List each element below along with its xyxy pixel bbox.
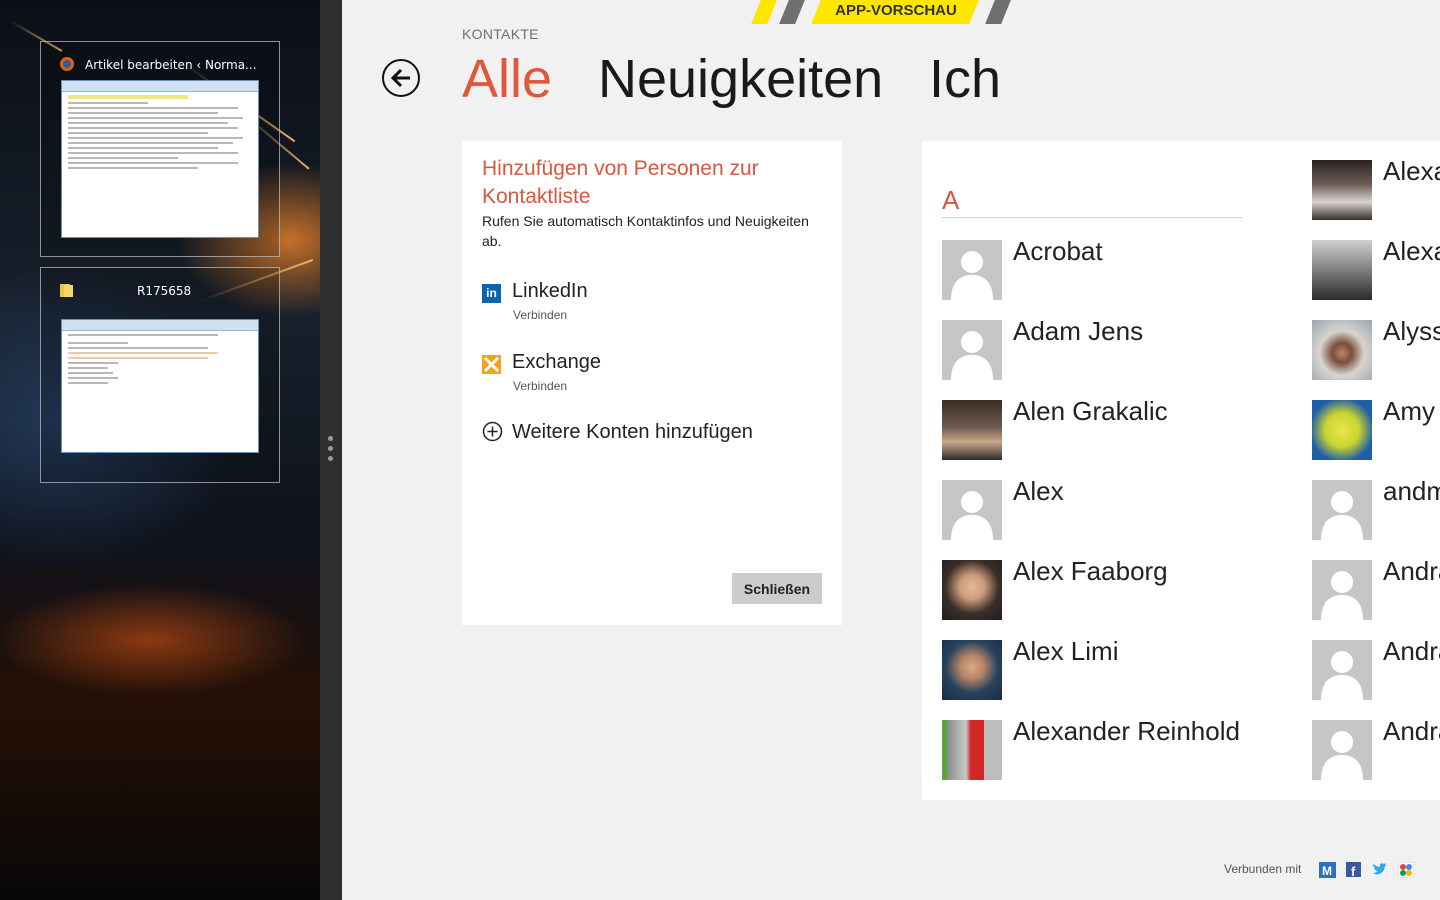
app-title: KONTAKTE <box>462 26 539 42</box>
avatar <box>1312 480 1372 540</box>
switcher-app-title: R175658 <box>137 284 192 298</box>
contact-tile[interactable]: Alex <box>942 476 1302 540</box>
avatar <box>942 320 1002 380</box>
contact-tile[interactable]: Andra <box>1312 716 1440 780</box>
contacts-list-panel: A Acrobat Adam Jens Alen Grakalic Alex Alex … <box>922 141 1440 800</box>
contact-name: Adam Jens <box>1013 316 1144 346</box>
contact-name: Alexa <box>1383 156 1440 186</box>
window-thumbnail <box>61 80 259 238</box>
avatar <box>942 560 1002 620</box>
add-panel-title: Hinzufügen von Personen zur Kontaktliste <box>482 157 759 208</box>
contact-tile[interactable]: Adam Jens <box>942 316 1302 380</box>
back-button[interactable] <box>382 59 420 97</box>
split-grip-handle[interactable] <box>328 436 334 466</box>
banner-stripe <box>751 0 777 24</box>
service-name: Exchange <box>512 351 601 373</box>
contact-name: Alexander Reinhold <box>1013 716 1240 746</box>
contact-tile[interactable]: Alexa <box>1312 236 1440 300</box>
contact-tile[interactable]: Amy <box>1312 396 1440 460</box>
avatar <box>1312 240 1372 300</box>
connected-with-label: Verbunden mit <box>1224 862 1302 876</box>
avatar <box>1312 320 1372 380</box>
contact-name: Alex <box>1013 476 1064 506</box>
contact-tile[interactable]: Alyssa <box>1312 316 1440 380</box>
service-action: Verbinden <box>513 308 568 322</box>
add-panel-description: Rufen Sie automatisch Kontaktinfos und N… <box>482 213 809 249</box>
contact-name: andm <box>1383 476 1440 506</box>
firefox-icon <box>59 56 75 72</box>
contact-name: Andra <box>1383 636 1440 666</box>
group-divider <box>942 217 1242 218</box>
svg-text:f: f <box>1351 864 1356 877</box>
avatar <box>1312 400 1372 460</box>
contact-name: Alen Grakalic <box>1013 396 1168 426</box>
contact-tile[interactable]: Alexander Reinhold <box>942 716 1302 780</box>
more-accounts-label: Weitere Konten hinzufügen <box>512 421 753 443</box>
google-icon[interactable] <box>1397 861 1415 879</box>
avatar <box>1312 720 1372 780</box>
contact-name: Andra <box>1383 556 1440 586</box>
contact-tile[interactable]: Andra <box>1312 636 1440 700</box>
contact-tile[interactable]: Alexa <box>1312 156 1440 220</box>
linkedin-icon: in <box>482 284 501 303</box>
app-switcher-pane: Artikel bearbeiten ‹ Norma... R175658 <box>0 0 320 900</box>
windows-live-icon[interactable]: M <box>1319 862 1336 878</box>
contact-tile[interactable]: Alex Limi <box>942 636 1302 700</box>
window-thumbnail <box>61 319 259 453</box>
exchange-icon <box>482 355 501 374</box>
contact-tile[interactable]: Acrobat <box>942 236 1302 300</box>
avatar <box>942 480 1002 540</box>
contact-name: Andra <box>1383 716 1440 746</box>
contact-name: Alexa <box>1383 236 1440 266</box>
contact-tile[interactable]: Alex Faaborg <box>942 556 1302 620</box>
avatar <box>1312 560 1372 620</box>
avatar <box>1312 160 1372 220</box>
contact-name: Amy <box>1383 396 1435 426</box>
contact-name: Alex Faaborg <box>1013 556 1168 586</box>
folder-icon <box>59 282 75 298</box>
facebook-icon[interactable]: f <box>1346 862 1362 879</box>
svg-text:M: M <box>1322 864 1332 878</box>
contact-tile[interactable]: Alen Grakalic <box>942 396 1302 460</box>
banner-stripe <box>985 0 1011 24</box>
avatar <box>942 640 1002 700</box>
tab-neuigkeiten[interactable]: Neuigkeiten <box>598 48 883 110</box>
avatar <box>942 240 1002 300</box>
app-preview-label: APP-VORSCHAU <box>835 2 957 19</box>
switcher-app-firefox[interactable]: Artikel bearbeiten ‹ Norma... <box>40 41 280 257</box>
close-button[interactable]: Schließen <box>732 573 822 604</box>
contact-tile[interactable]: Andra <box>1312 556 1440 620</box>
banner-stripe <box>779 0 805 24</box>
contact-name: Acrobat <box>1013 236 1103 266</box>
service-action: Verbinden <box>513 379 568 393</box>
plus-circle-icon <box>482 421 503 442</box>
back-arrow-icon <box>390 68 410 88</box>
switcher-app-explorer[interactable]: R175658 <box>40 267 280 483</box>
add-contacts-panel: Hinzufügen von Personen zur Kontaktliste… <box>462 141 842 625</box>
avatar <box>942 720 1002 780</box>
tab-ich[interactable]: Ich <box>929 48 1001 110</box>
tab-alle[interactable]: Alle <box>462 48 552 110</box>
contact-name: Alyssa <box>1383 316 1440 346</box>
contact-tile[interactable]: andm <box>1312 476 1440 540</box>
contact-name: Alex Limi <box>1013 636 1119 666</box>
group-letter-header[interactable]: A <box>942 185 959 216</box>
twitter-icon[interactable] <box>1372 862 1388 878</box>
avatar <box>942 400 1002 460</box>
avatar <box>1312 640 1372 700</box>
service-name: LinkedIn <box>512 280 588 302</box>
switcher-app-title: Artikel bearbeiten ‹ Norma... <box>85 58 257 72</box>
